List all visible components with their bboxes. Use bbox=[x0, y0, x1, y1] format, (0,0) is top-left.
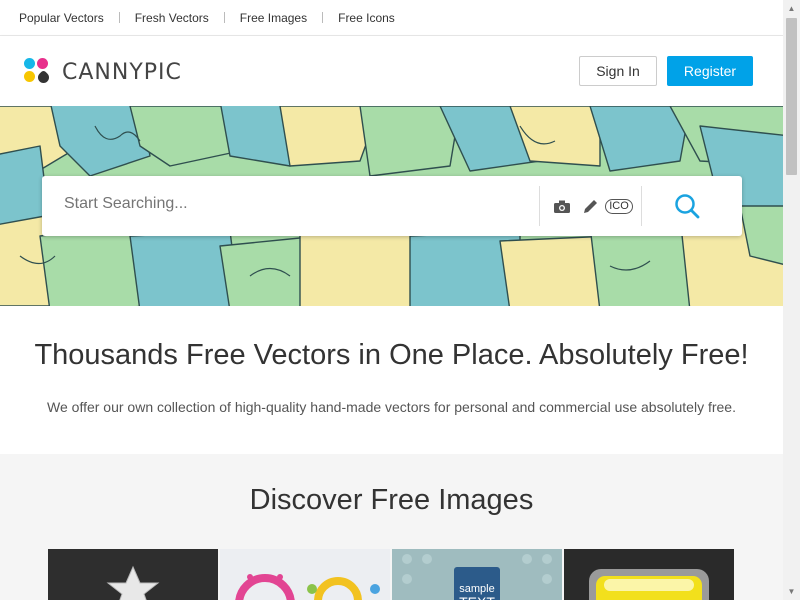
site-logo[interactable]: CANNYPIC bbox=[24, 58, 182, 86]
page-scrollbar[interactable]: ▲ ▼ bbox=[783, 0, 800, 600]
tagline-section: Thousands Free Vectors in One Place. Abs… bbox=[0, 306, 783, 454]
scrollbar-thumb[interactable] bbox=[786, 18, 797, 175]
nav-divider bbox=[118, 12, 120, 23]
scroll-up-arrow-icon[interactable]: ▲ bbox=[783, 0, 800, 17]
search-input[interactable] bbox=[62, 194, 536, 214]
thumb-sample-text-label[interactable]: sample TEXT bbox=[392, 549, 562, 600]
hero-banner: ICO bbox=[0, 106, 783, 306]
logo-icon bbox=[24, 58, 52, 86]
search-divider bbox=[539, 186, 540, 226]
tagline-subtitle: We offer our own collection of high-qual… bbox=[47, 399, 736, 415]
scroll-down-arrow-icon[interactable]: ▼ bbox=[783, 583, 800, 600]
search-icon[interactable] bbox=[672, 192, 702, 220]
site-header: CANNYPIC Sign In Register bbox=[0, 36, 783, 106]
logo-text: CANNYPIC bbox=[62, 59, 182, 85]
nav-divider bbox=[322, 12, 324, 23]
tagline-title: Thousands Free Vectors in One Place. Abs… bbox=[34, 339, 749, 371]
ico-icon[interactable]: ICO bbox=[605, 196, 633, 216]
register-button[interactable]: Register bbox=[667, 56, 753, 86]
nav-free-images[interactable]: Free Images bbox=[240, 11, 307, 25]
sign-in-button[interactable]: Sign In bbox=[579, 56, 657, 86]
thumb-yellow-glossy-button[interactable] bbox=[564, 549, 734, 600]
ico-label: ICO bbox=[605, 198, 633, 214]
pencil-icon[interactable] bbox=[579, 196, 601, 216]
nav-free-icons[interactable]: Free Icons bbox=[338, 11, 395, 25]
discover-section: Discover Free Images sample bbox=[0, 454, 783, 600]
camera-icon[interactable] bbox=[551, 196, 573, 216]
nav-popular-vectors[interactable]: Popular Vectors bbox=[19, 11, 104, 25]
thumb-silver-star-badge[interactable] bbox=[48, 549, 218, 600]
search-box: ICO bbox=[42, 176, 742, 236]
thumb-colorful-frames[interactable] bbox=[220, 549, 390, 600]
svg-text:TEXT: TEXT bbox=[459, 594, 495, 600]
search-divider bbox=[641, 186, 642, 226]
top-navigation: Popular Vectors Fresh Vectors Free Image… bbox=[0, 0, 783, 36]
nav-divider bbox=[223, 12, 225, 23]
nav-fresh-vectors[interactable]: Fresh Vectors bbox=[135, 11, 209, 25]
page: Popular Vectors Fresh Vectors Free Image… bbox=[0, 0, 783, 600]
discover-title: Discover Free Images bbox=[249, 484, 534, 516]
